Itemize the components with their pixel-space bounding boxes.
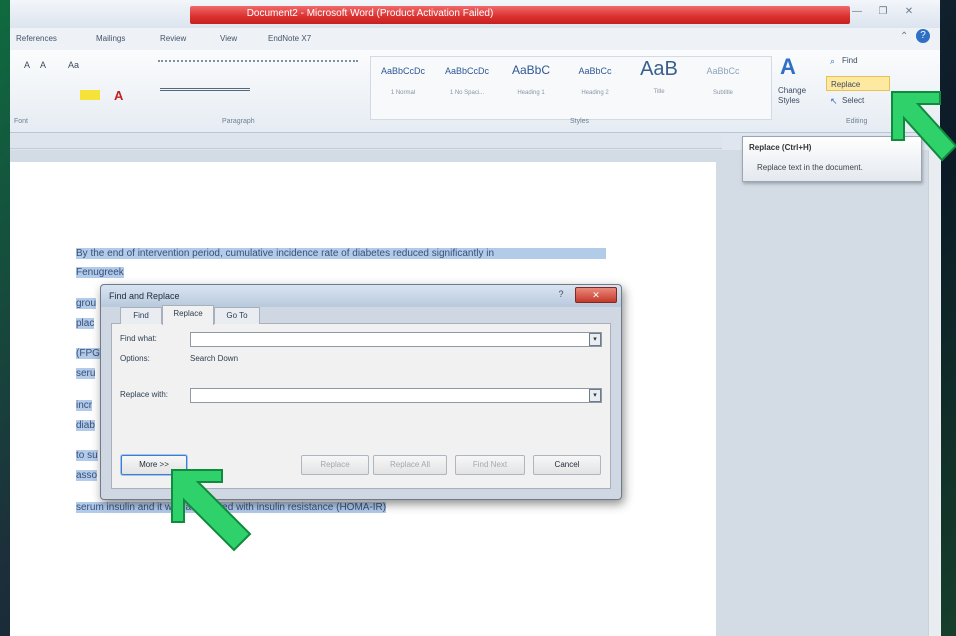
annotation-arrows	[171, 91, 956, 552]
green-arrow-icon	[171, 469, 252, 552]
arrow-to-more	[171, 469, 252, 552]
arrow-to-replace	[891, 91, 956, 162]
green-arrow-icon	[891, 91, 956, 162]
